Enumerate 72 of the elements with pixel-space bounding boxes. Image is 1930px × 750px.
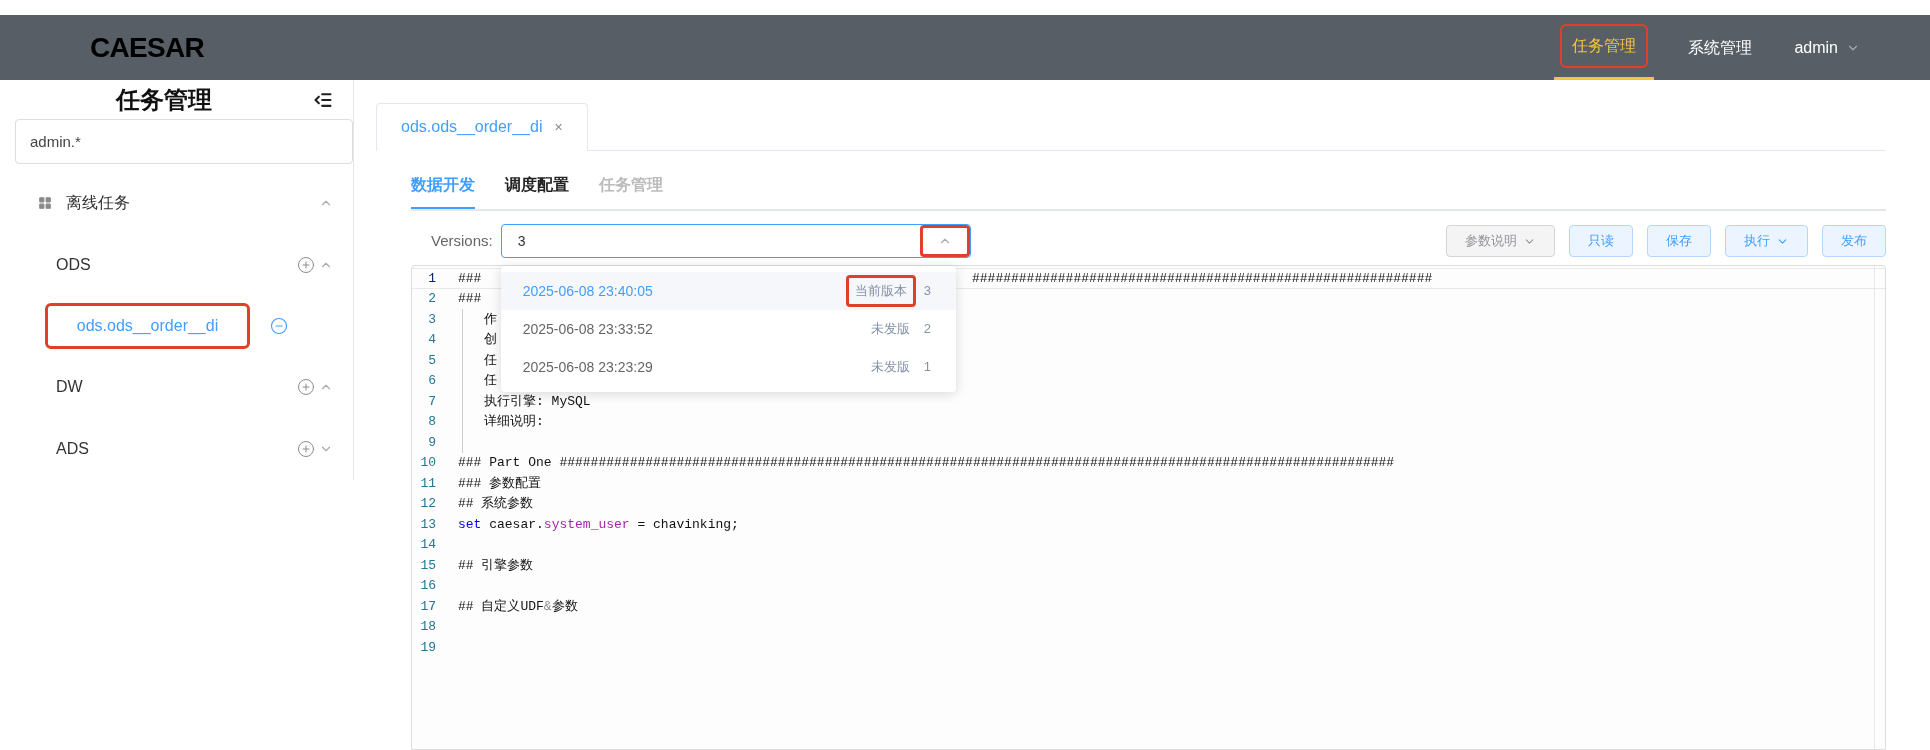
toolbar-button[interactable]: 只读	[1569, 225, 1633, 257]
version-status: 未发版	[869, 358, 911, 377]
code-line: 作	[483, 310, 497, 329]
tree-item[interactable]: ods.ods__order__di	[45, 303, 250, 349]
line-number: 4	[427, 331, 436, 349]
search-field[interactable]: admin.*	[15, 119, 353, 164]
version-option[interactable]: 2025-06-08 23:40:05 当前版本 3	[500, 272, 956, 310]
version-number: 1	[923, 358, 932, 377]
line-number: 16	[419, 577, 436, 595]
line-number: 8	[427, 413, 436, 431]
line-number: 11	[419, 474, 436, 493]
close-tab-button[interactable]: ×	[554, 116, 563, 138]
line-number: 5	[427, 351, 436, 370]
toolbar-button[interactable]: 执行	[1725, 225, 1808, 257]
line-number: 12	[419, 495, 436, 513]
add-icon[interactable]	[297, 378, 315, 396]
line-number: 10	[419, 454, 436, 472]
toolbar-button[interactable]: 发布	[1822, 225, 1886, 257]
line-number: 7	[427, 392, 436, 411]
code-line: 任	[483, 351, 497, 370]
line-number: 3	[427, 310, 436, 329]
code-line: ## 自定义UDF&参数	[458, 597, 578, 616]
version-number: 2	[923, 320, 932, 339]
remove-icon[interactable]	[270, 317, 288, 335]
code-line: ## 系统参数	[458, 495, 534, 513]
code-line: set caesar.system_user = chavinking;	[458, 515, 739, 534]
line-number: 13	[419, 515, 436, 534]
code-editor[interactable]	[411, 265, 1886, 750]
add-icon[interactable]	[297, 440, 315, 458]
nav-item[interactable]: 系统管理	[1678, 27, 1763, 68]
nav-item[interactable]: 任务管理	[1562, 26, 1647, 66]
caret-button[interactable]	[919, 225, 970, 257]
code-line: 创	[483, 331, 497, 349]
version-status: 当前版本	[845, 275, 916, 307]
line-number: 1	[427, 269, 436, 288]
code-line: 详细说明:	[483, 413, 544, 431]
logo: CAESAR	[90, 30, 205, 65]
version-status: 未发版	[869, 320, 911, 339]
code-line: ###########################################################	[972, 269, 1433, 288]
version-select[interactable]: 3	[500, 224, 971, 258]
version-option[interactable]: 2025-06-08 23:23:29 未发版 1	[500, 348, 956, 386]
code-line: ### 参数配置	[458, 474, 542, 493]
tree-item[interactable]: ADS	[56, 437, 297, 461]
toolbar-button[interactable]: 保存	[1647, 225, 1711, 257]
code-line: ###	[458, 290, 483, 308]
code-line: ###	[458, 269, 483, 288]
line-number: 2	[427, 290, 436, 308]
line-number: 19	[419, 638, 436, 657]
versions-label: Versions:	[431, 230, 493, 251]
code-line: ### Part One ###########################################################################################################	[458, 454, 1395, 472]
tree-item[interactable]: 离线任务	[66, 191, 319, 215]
line-number: 14	[419, 536, 436, 554]
code-line: 执行引擎: MySQL	[483, 392, 591, 411]
user-menu[interactable]: admin	[1794, 35, 1838, 60]
code-line: ## 引擎参数	[458, 556, 534, 575]
sidebar-title: 任务管理	[114, 84, 213, 115]
line-number: 6	[427, 372, 436, 390]
sub-tab[interactable]: 数据开发	[411, 173, 475, 209]
tree-item[interactable]: DW	[56, 375, 297, 399]
line-number: 17	[419, 597, 436, 616]
line-number: 15	[419, 556, 436, 575]
select-value: 3	[517, 231, 527, 251]
version-option[interactable]: 2025-06-08 23:33:52 未发版 2	[500, 310, 956, 348]
sub-tab[interactable]: 调度配置	[505, 173, 569, 209]
editor-tab[interactable]: ods.ods__order__di ×	[376, 103, 588, 151]
line-number: 18	[419, 618, 436, 636]
line-number: 9	[427, 433, 436, 452]
code-line: 任	[483, 372, 497, 390]
tree-item[interactable]: ODS	[56, 253, 297, 277]
add-icon[interactable]	[297, 256, 315, 274]
grid-icon	[38, 196, 52, 210]
version-number: 3	[923, 282, 932, 301]
